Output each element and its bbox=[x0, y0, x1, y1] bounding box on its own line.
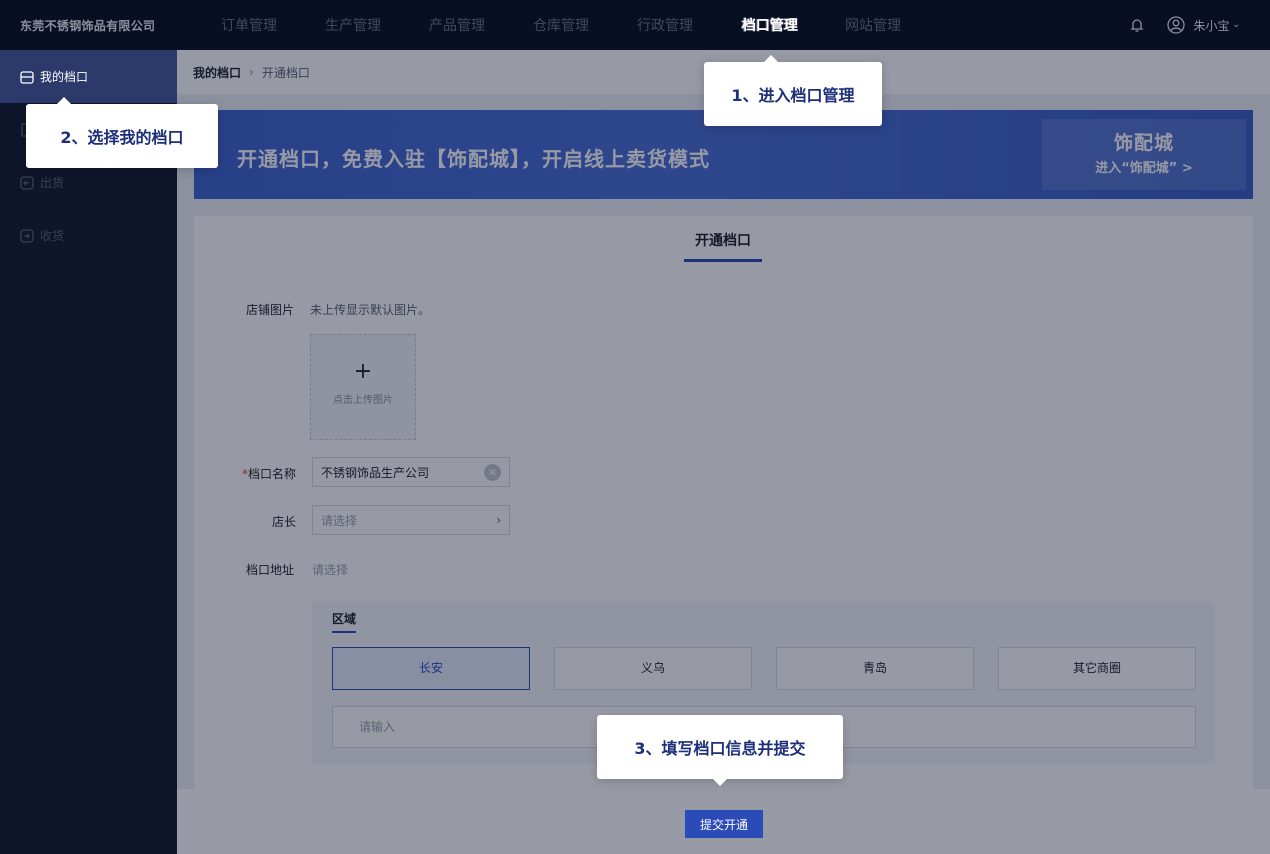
highlight-nav-stall-management[interactable]: 档口管理 bbox=[734, 12, 806, 38]
highlight-submit-button[interactable]: 提交开通 bbox=[685, 810, 763, 838]
callout-step-2: 2、选择我的档口 bbox=[26, 97, 218, 168]
callout-step-1: 1、进入档口管理 bbox=[704, 55, 882, 126]
store-icon bbox=[20, 70, 34, 84]
sidebar-item-label: 我的档口 bbox=[40, 70, 89, 84]
callout-step-3: 3、填写档口信息并提交 bbox=[597, 715, 843, 786]
highlight-sidebar-my-stall[interactable]: 我的档口 bbox=[0, 50, 177, 103]
